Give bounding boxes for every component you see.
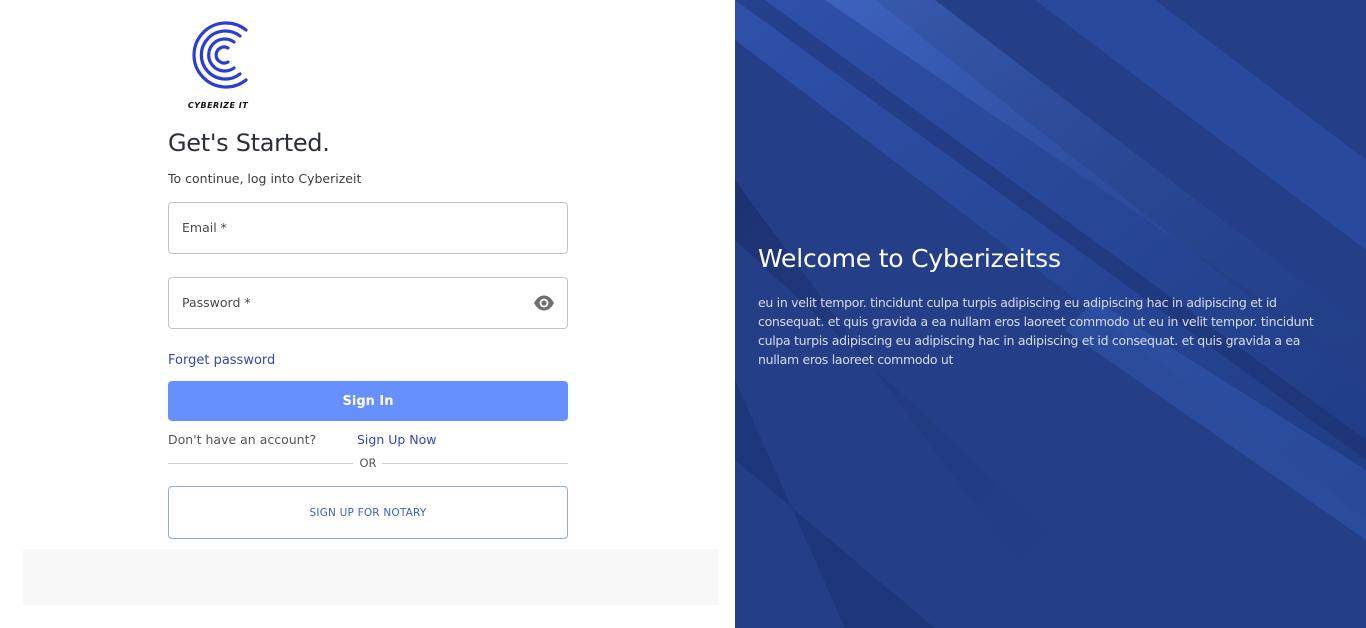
divider-line-left bbox=[168, 463, 353, 464]
forgot-password-link[interactable]: Forget password bbox=[168, 353, 275, 368]
welcome-title: Welcome to Cyberizeitss bbox=[758, 244, 1061, 273]
no-account-text: Don't have an account? bbox=[168, 432, 317, 447]
divider-line-right bbox=[382, 463, 568, 464]
password-field[interactable]: Password * bbox=[168, 277, 568, 329]
logo-wordmark: CYBERIZE IT bbox=[187, 101, 249, 110]
page-title: Get's Started. bbox=[168, 129, 330, 157]
notary-signup-button[interactable]: SIGN UP FOR NOTARY bbox=[168, 486, 568, 539]
email-field[interactable]: Email * bbox=[168, 202, 568, 254]
welcome-panel: Welcome to Cyberizeitss eu in velit temp… bbox=[735, 0, 1366, 628]
login-page: CYBERIZE IT Get's Started. To continue, … bbox=[0, 0, 1366, 628]
welcome-body: eu in velit tempor. tincidunt culpa turp… bbox=[758, 295, 1314, 367]
or-divider: OR bbox=[168, 456, 568, 472]
sign-in-button[interactable]: Sign In bbox=[168, 381, 568, 421]
cyberize-logo bbox=[192, 21, 248, 89]
divider-text: OR bbox=[359, 456, 377, 470]
email-label: Email * bbox=[182, 220, 227, 235]
eye-icon[interactable] bbox=[533, 294, 555, 312]
password-label: Password * bbox=[182, 295, 251, 310]
sign-up-link[interactable]: Sign Up Now bbox=[357, 432, 437, 447]
footer-strip bbox=[23, 549, 718, 605]
login-panel: CYBERIZE IT Get's Started. To continue, … bbox=[0, 0, 735, 628]
page-subtitle: To continue, log into Cyberizeit bbox=[168, 171, 362, 186]
